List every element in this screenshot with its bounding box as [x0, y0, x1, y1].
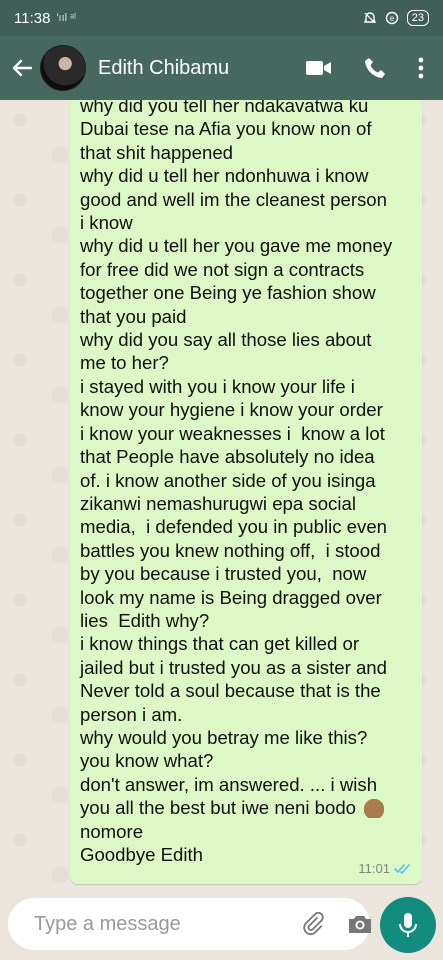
attach-paperclip-icon[interactable]	[301, 912, 325, 936]
status-bar: 11:38 'ııl ᵃˡ e 23	[0, 0, 443, 36]
raised-hands-emoji-icon	[361, 796, 388, 819]
avatar[interactable]	[40, 45, 86, 91]
double-check-read-icon	[394, 863, 410, 874]
message-text-end: nomore Goodbye Edith	[80, 820, 204, 865]
microphone-icon	[399, 913, 417, 937]
svg-text:e: e	[390, 14, 395, 23]
contact-name[interactable]: Edith Chibamu	[98, 57, 305, 80]
message-time: 11:01	[358, 861, 390, 876]
more-options-icon[interactable]	[417, 56, 425, 80]
arrow-left-icon	[12, 59, 33, 77]
compose-bar	[0, 890, 443, 960]
message-meta: 11:01	[358, 861, 412, 876]
video-call-icon[interactable]	[305, 58, 333, 78]
voice-record-button[interactable]	[380, 897, 436, 953]
chat-header: Edith Chibamu	[0, 36, 443, 100]
message-input-container	[8, 898, 373, 950]
status-time: 11:38	[14, 9, 51, 27]
message-input[interactable]	[32, 911, 301, 937]
message-text: why did you tell her ndakavatwa ku Dubai…	[80, 100, 414, 866]
battery-indicator: 23	[406, 10, 429, 26]
back-button[interactable]	[10, 56, 34, 80]
phone-call-icon[interactable]	[363, 56, 387, 80]
camera-icon[interactable]	[347, 913, 373, 935]
data-saver-icon: e	[385, 11, 398, 25]
signal-icon: 'ııl ᵃˡ	[56, 12, 76, 24]
outgoing-message-bubble[interactable]: why did you tell her ndakavatwa ku Dubai…	[70, 100, 422, 884]
alarm-icon	[363, 12, 376, 24]
chat-area[interactable]: why did you tell her ndakavatwa ku Dubai…	[0, 100, 443, 890]
message-text-main: why did you tell her ndakavatwa ku Dubai…	[80, 100, 393, 819]
